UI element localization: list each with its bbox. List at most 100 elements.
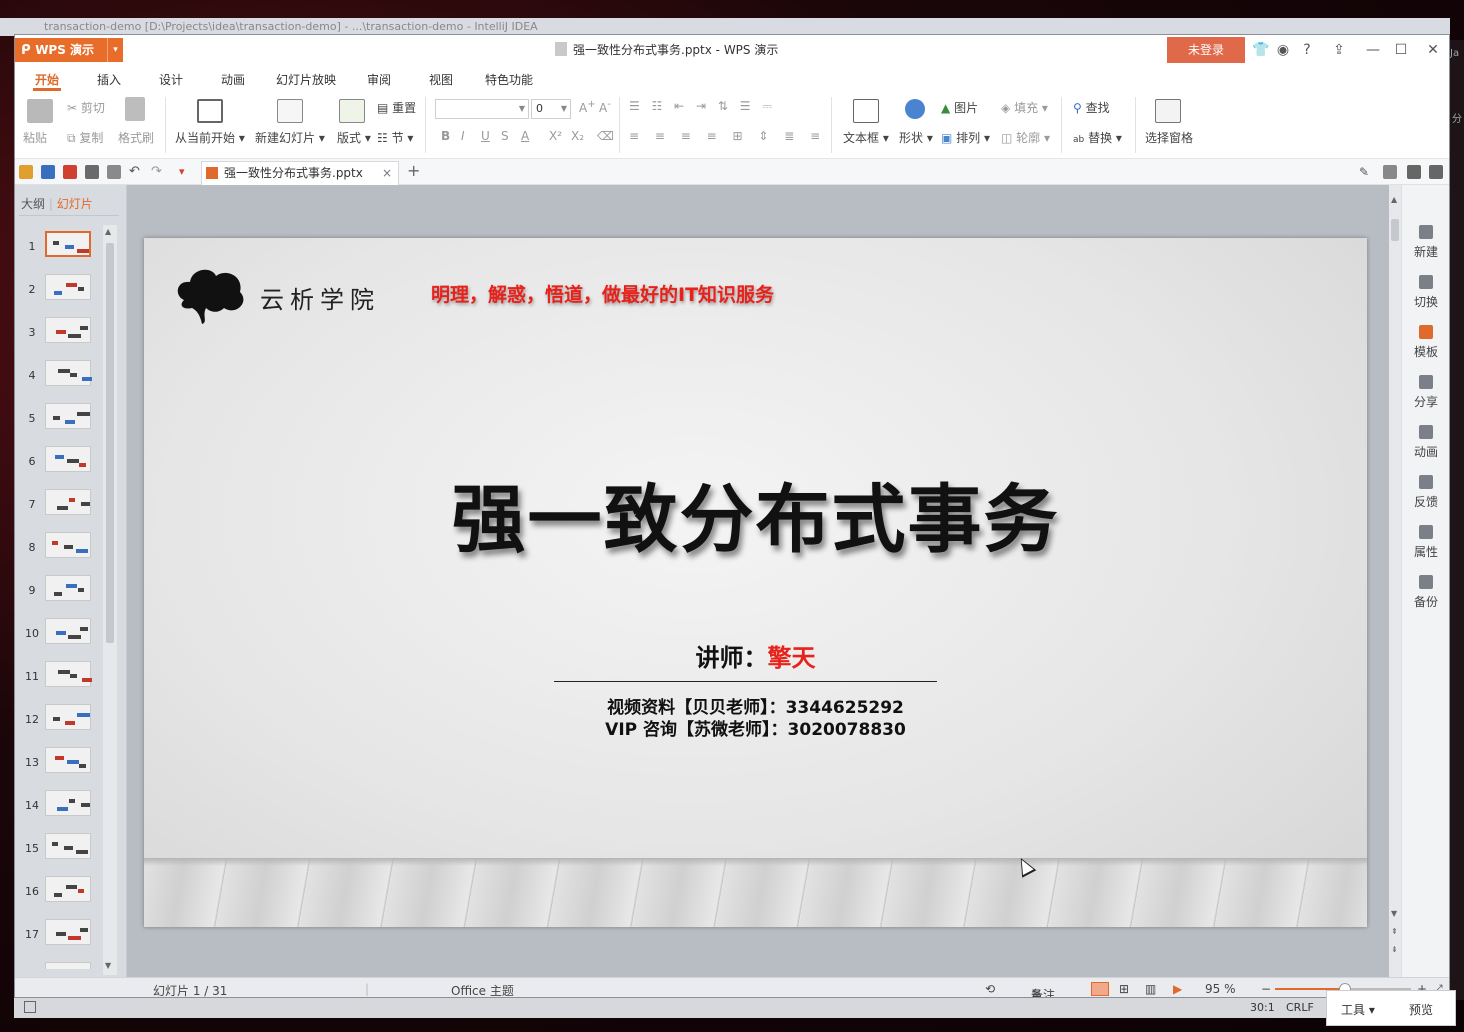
- copy-button[interactable]: ⧉ 复制: [67, 129, 103, 146]
- history-icon[interactable]: ⟲: [985, 982, 995, 996]
- help-icon[interactable]: ?: [1297, 40, 1317, 60]
- tab-slideshow[interactable]: 幻灯片放映: [271, 69, 341, 91]
- new-panel-button[interactable]: 新建: [1402, 225, 1449, 260]
- slide-thumbnail-row[interactable]: 14: [15, 788, 115, 831]
- fill-button[interactable]: ◈ 填充 ▾: [1001, 99, 1048, 116]
- animation-panel-button[interactable]: 动画: [1402, 425, 1449, 460]
- document-tab[interactable]: 强一致性分布式事务.pptx ×: [201, 161, 399, 185]
- arrange-button[interactable]: ▣ 排列 ▾: [941, 129, 990, 146]
- slide-thumbnail[interactable]: [45, 575, 91, 601]
- slide-thumbnail[interactable]: [45, 704, 91, 730]
- scroll-up-icon[interactable]: ▲: [1391, 195, 1397, 204]
- template-panel-button[interactable]: 模板: [1402, 325, 1449, 360]
- preview-icon[interactable]: [107, 165, 121, 179]
- slide-thumbnail[interactable]: [45, 360, 92, 386]
- cut-button[interactable]: ✂ 剪切: [67, 99, 105, 116]
- play-icon[interactable]: ▶: [1173, 982, 1182, 996]
- slide-thumbnail[interactable]: [45, 833, 91, 859]
- slide-thumbnail[interactable]: [45, 317, 91, 343]
- slide-thumbnail-row[interactable]: 17: [15, 917, 115, 960]
- format-painter-button[interactable]: 格式刷: [118, 129, 154, 146]
- backup-panel-button[interactable]: 备份: [1402, 575, 1449, 610]
- superscript-button[interactable]: X²: [549, 129, 562, 143]
- shape-button[interactable]: 形状 ▾: [899, 129, 933, 146]
- new-slide-button[interactable]: 新建幻灯片 ▾: [255, 129, 325, 146]
- sorter-view-icon[interactable]: ⊞: [1119, 982, 1129, 996]
- tab-start[interactable]: 开始: [27, 69, 67, 91]
- shadow-button[interactable]: S: [501, 129, 509, 143]
- pdf-icon[interactable]: [63, 165, 77, 179]
- zoom-out-button[interactable]: −: [1261, 982, 1271, 996]
- slide-thumbnail-row[interactable]: 18: [15, 960, 115, 969]
- selection-pane-button[interactable]: 选择窗格: [1145, 129, 1193, 146]
- canvas-scrollbar[interactable]: ▲ ▼ ⇞ ⇟: [1389, 185, 1401, 977]
- italic-button[interactable]: I: [461, 129, 465, 143]
- slide-thumbnail-row[interactable]: 8: [15, 530, 115, 573]
- tab-review[interactable]: 审阅: [359, 69, 399, 91]
- switch-panel-button[interactable]: 切换: [1402, 275, 1449, 310]
- slide-thumbnail-row[interactable]: 13: [15, 745, 115, 788]
- property-panel-button[interactable]: 属性: [1402, 525, 1449, 560]
- slide-thumbnail[interactable]: [45, 661, 92, 687]
- slide-thumbnail[interactable]: [45, 790, 91, 816]
- normal-view-icon[interactable]: [1091, 982, 1109, 996]
- subscript-button[interactable]: X₂: [571, 129, 584, 143]
- panel-toggle-icon[interactable]: [24, 1001, 36, 1013]
- slide-thumbnail-row[interactable]: 16: [15, 874, 115, 917]
- weibo-icon[interactable]: ◉: [1273, 40, 1293, 60]
- slide-thumbnail[interactable]: [45, 231, 91, 257]
- thumbnail-scrollbar[interactable]: ▲ ▼: [103, 225, 117, 975]
- font-color-button[interactable]: A: [521, 129, 529, 143]
- grow-font-button[interactable]: A+: [579, 99, 596, 115]
- redo-icon[interactable]: ↷: [151, 165, 165, 179]
- login-button[interactable]: 未登录: [1167, 37, 1245, 63]
- scroll-up-icon[interactable]: ▲: [105, 227, 111, 236]
- replace-button[interactable]: ab 替换 ▾: [1073, 129, 1122, 146]
- open-icon[interactable]: [19, 165, 33, 179]
- list-buttons[interactable]: ☰ ☷ ⇤ ⇥ ⇅ ☰ ⎓: [629, 99, 776, 114]
- slide-thumbnail[interactable]: [45, 962, 91, 969]
- slide-thumbnail[interactable]: [45, 489, 91, 515]
- scroll-down-icon[interactable]: ▼: [1391, 909, 1397, 918]
- scroll-down-icon[interactable]: ▼: [105, 961, 111, 970]
- slide-thumbnail-row[interactable]: 10: [15, 616, 115, 659]
- reset-button[interactable]: ▤ 重置: [377, 99, 416, 116]
- slide-thumbnail[interactable]: [45, 274, 91, 300]
- outline-button[interactable]: ◫ 轮廓 ▾: [1001, 129, 1050, 146]
- section-button[interactable]: ☷ 节 ▾: [377, 129, 413, 146]
- customize-icon[interactable]: ▾: [179, 165, 193, 179]
- layout-button[interactable]: 版式 ▾: [337, 129, 371, 146]
- slide-thumbnail[interactable]: [45, 618, 91, 644]
- slide-thumbnail-row[interactable]: 9: [15, 573, 115, 616]
- shrink-font-button[interactable]: A-: [599, 99, 611, 115]
- tab-insert[interactable]: 插入: [89, 69, 129, 91]
- slide-thumbnail-row[interactable]: 2: [15, 272, 115, 315]
- shirt-icon[interactable]: 👕: [1251, 40, 1271, 60]
- align-buttons[interactable]: ≡ ≡ ≡ ≡ ⊞ ⇕ ≣ ≡: [629, 129, 826, 143]
- tab-animation[interactable]: 动画: [213, 69, 253, 91]
- scrollbar-thumb[interactable]: [106, 243, 114, 643]
- bold-button[interactable]: B: [441, 129, 450, 143]
- feedback-panel-button[interactable]: 反馈: [1402, 475, 1449, 510]
- clear-format-icon[interactable]: ⌫: [597, 129, 614, 143]
- slide-thumbnail-row[interactable]: 1: [15, 229, 115, 272]
- prev-slide-icon[interactable]: ⇞: [1391, 927, 1398, 936]
- slide-thumbnail[interactable]: [45, 876, 91, 902]
- find-button[interactable]: ⚲ 查找: [1073, 99, 1110, 116]
- chevron-down-icon[interactable]: ▾: [107, 38, 123, 62]
- new-tab-icon[interactable]: +: [407, 161, 420, 180]
- next-slide-icon[interactable]: ⇟: [1391, 945, 1398, 954]
- slide-thumbnail[interactable]: [45, 446, 91, 472]
- font-size-combo[interactable]: 0 ▼: [531, 99, 571, 119]
- share-panel-button[interactable]: 分享: [1402, 375, 1449, 410]
- cloud-icon[interactable]: [1383, 165, 1397, 179]
- settings-icon[interactable]: [1407, 165, 1421, 179]
- slide-thumbnail-row[interactable]: 7: [15, 487, 115, 530]
- scrollbar-thumb[interactable]: [1391, 219, 1399, 241]
- line-ending[interactable]: CRLF: [1286, 1001, 1314, 1014]
- undo-icon[interactable]: ↶: [129, 165, 143, 179]
- paste-button[interactable]: 粘贴: [23, 129, 47, 146]
- close-tab-icon[interactable]: ×: [382, 162, 392, 184]
- tools-button[interactable]: 工具 ▾: [1341, 1001, 1375, 1018]
- upload-icon[interactable]: ⇪: [1329, 40, 1349, 60]
